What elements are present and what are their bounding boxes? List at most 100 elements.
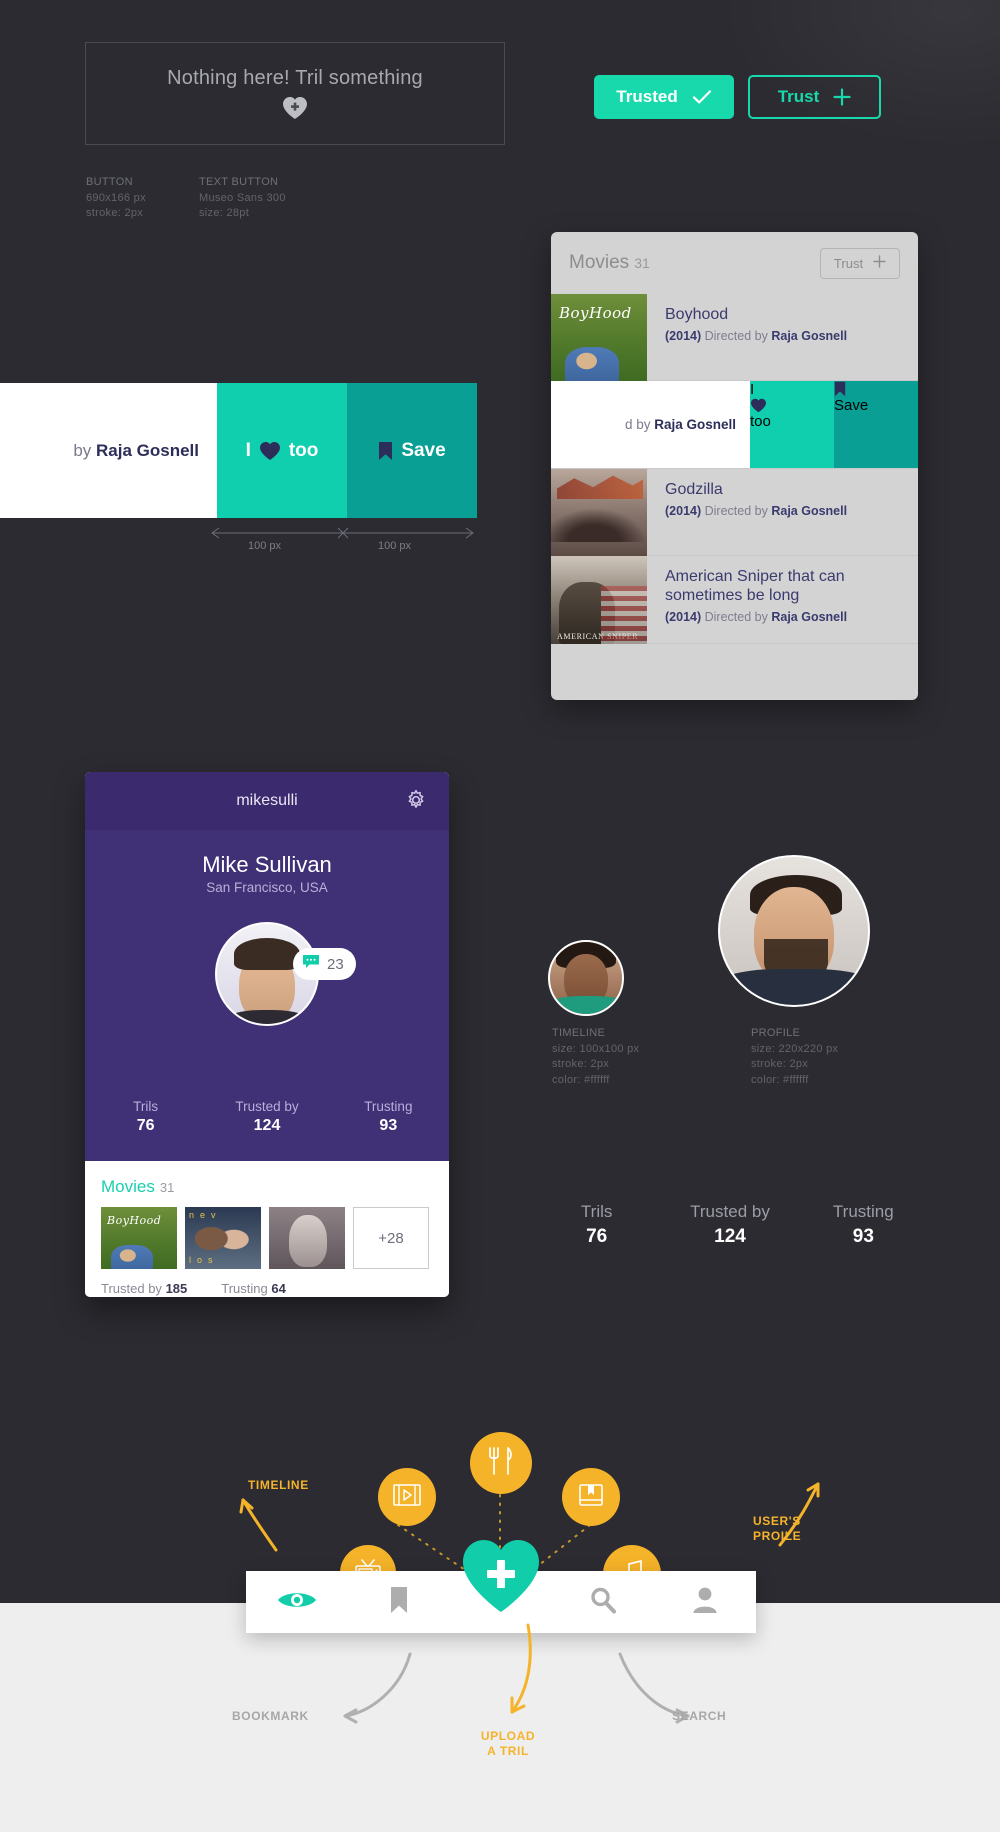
book-icon (577, 1482, 605, 1513)
spec-text-button-font: Museo Sans 300 (199, 191, 286, 204)
profile-card-section: Movies 31 BoyHood nev los +28 Trusted by 1… (85, 1161, 449, 1297)
footer-trusted-by: Trusted by 185 (101, 1281, 187, 1296)
movie-title: American Sniper that can sometimes be lo… (665, 568, 845, 604)
stat-label: Trusted by (235, 1099, 299, 1114)
bubble-food[interactable] (470, 1432, 532, 1494)
spec-profile-stroke: stroke: 2px (751, 1058, 809, 1071)
movies-card-header: Movies 31 Trust (551, 232, 918, 294)
movies-card-trust-button[interactable]: Trust (820, 247, 900, 279)
bubble-film[interactable] (378, 1468, 436, 1526)
profile-username: mikesulli (236, 792, 298, 809)
search-icon (589, 1586, 617, 1619)
callout-bookmark: BOOKMARK (232, 1709, 309, 1723)
callout-search: SEARCH (672, 1709, 727, 1723)
spec-timeline-size: size: 100x100 px (552, 1042, 640, 1055)
movie-row[interactable]: BoyHood Boyhood (2014) Directed by Raja … (551, 294, 918, 381)
stat-value: 124 (253, 1117, 281, 1134)
nav-item-timeline[interactable] (246, 1588, 348, 1617)
movie-info: Boyhood (2014) Directed by Raja Gosnell (647, 294, 861, 380)
heart-icon (259, 441, 281, 461)
love-action-button[interactable]: I too (750, 381, 834, 468)
swipe-demo-director: Raja Gosnell (96, 440, 199, 460)
callout-upload-line2: A TRIL (487, 1744, 529, 1758)
profile-section-title-text: Movies (101, 1177, 155, 1196)
measure-right-label: 100 px (378, 540, 412, 552)
spec-text-button-caption: TEXT BUTTON (199, 176, 279, 188)
standalone-stats: Trils 76 Trusted by 124 Trusting 93 (530, 1202, 930, 1248)
trusted-button-label: Trusted (616, 87, 678, 106)
callout-timeline: TIMELINE (248, 1478, 309, 1492)
stat-value: 93 (852, 1226, 874, 1247)
empty-state-button[interactable]: Nothing here! Tril something (85, 42, 505, 145)
stat-label: Trusting (832, 1202, 894, 1221)
spec-timeline-avatar: TIMELINE size: 100x100 px stroke: 2px co… (552, 1026, 639, 1088)
design-canvas: Nothing here! Tril something BUTTON 690x… (0, 0, 1000, 1832)
stat-trusted-by: Trusted by 124 (206, 1099, 327, 1135)
trust-button[interactable]: Trust (748, 75, 881, 119)
profile-card-body: Mike Sullivan San Francisco, USA 23 Tril… (85, 830, 449, 1161)
film-icon (392, 1482, 422, 1513)
stat-trusted-by: Trusted by 124 (663, 1202, 796, 1248)
love-action-button[interactable]: I too (217, 383, 347, 518)
profile-name: Mike Sullivan (202, 852, 332, 877)
movie-subtitle: (2014) Directed by Raja Gosnell (665, 329, 847, 343)
movies-card: Movies 31 Trust BoyHood Boyhood (2014) Di… (551, 232, 918, 700)
footer-trusting: Trusting 64 (221, 1281, 286, 1296)
spec-profile-caption: PROFILE (751, 1027, 801, 1039)
stat-trusting: Trusting 93 (328, 1099, 449, 1135)
spec-profile-avatar: PROFILE size: 220x220 px stroke: 2px col… (751, 1026, 838, 1088)
bottom-band (0, 1603, 1000, 1832)
gear-icon[interactable] (405, 789, 427, 816)
stat-value: 93 (379, 1117, 398, 1134)
spec-timeline-stroke: stroke: 2px (552, 1058, 610, 1071)
thumbnail-more[interactable]: +28 (353, 1207, 429, 1269)
footer-label: Trusting (221, 1281, 268, 1296)
save-action-button[interactable]: Save (347, 383, 477, 518)
thumbnail-ex-machina[interactable] (269, 1207, 345, 1269)
footer-value: 64 (271, 1281, 286, 1296)
spec-button-stroke: stroke: 2px (86, 207, 144, 220)
movie-info: Godzilla (2014) Directed by Raja Gosnell (647, 469, 861, 555)
movie-title: Boyhood (665, 306, 729, 323)
movie-row-swiped-content: d by Raja Gosnell (551, 381, 750, 468)
nav-item-bookmark[interactable] (348, 1586, 450, 1619)
movie-subtitle: (2014) Directed by Raja Gosnell (665, 610, 880, 624)
profile-thumbnails: BoyHood nev los +28 (101, 1207, 433, 1269)
profile-card-header: mikesulli (85, 772, 449, 830)
swipe-actions-demo: by Raja Gosnell I too Save (0, 383, 477, 518)
stat-trils: Trils 76 (530, 1202, 663, 1248)
movies-card-trust-label: Trust (833, 255, 864, 271)
heart-icon (750, 398, 834, 413)
plus-icon (873, 255, 886, 271)
callout-upload-line1: UPLOAD (480, 1729, 536, 1743)
heart-plus-icon (282, 96, 308, 120)
trusted-button[interactable]: Trusted (594, 75, 734, 119)
profile-section-count: 31 (159, 1180, 175, 1195)
movie-year: (2014) (665, 503, 702, 518)
movie-poster-godzilla (551, 469, 647, 556)
message-badge[interactable]: 23 (293, 948, 356, 980)
movies-card-title: Movies 31 (569, 252, 650, 274)
timeline-avatar (548, 940, 624, 1016)
spec-profile-color: color: #ffffff (751, 1073, 809, 1086)
movie-row[interactable]: AMERICAN SNIPER American Sniper that can… (551, 556, 918, 644)
bubble-book[interactable] (562, 1468, 620, 1526)
plus-icon (833, 88, 851, 106)
stat-label: Trils (133, 1099, 159, 1114)
stat-label: Trusting (364, 1099, 413, 1114)
upload-fab-button[interactable] (461, 1539, 541, 1616)
save-action-button[interactable]: Save (834, 381, 918, 468)
thumbnail-boyhood[interactable]: BoyHood (101, 1207, 177, 1269)
nav-item-search[interactable] (552, 1586, 654, 1619)
thumbnail-focus[interactable]: nev los (185, 1207, 261, 1269)
movie-director: Raja Gosnell (771, 503, 848, 518)
stat-trils: Trils 76 (85, 1099, 206, 1135)
bookmark-icon (378, 441, 393, 461)
nav-item-profile[interactable] (654, 1586, 756, 1619)
love-action-label: too (288, 439, 319, 461)
movie-year: (2014) (665, 609, 702, 624)
movie-row[interactable]: Godzilla (2014) Directed by Raja Gosnell (551, 469, 918, 556)
stat-value: 124 (714, 1226, 746, 1247)
profile-avatar (718, 855, 870, 1007)
movie-director: Raja Gosnell (771, 609, 848, 624)
